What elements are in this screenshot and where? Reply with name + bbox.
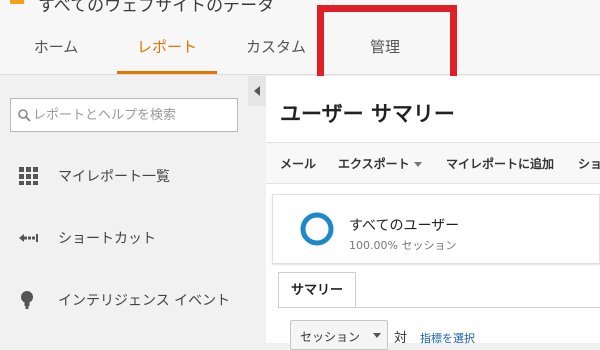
- add-to-my-reports-button[interactable]: マイレポートに追加: [446, 155, 554, 172]
- add-to-my-reports-label: マイレポートに追加: [446, 157, 555, 171]
- segment-session-share: 100.00% セッション: [349, 239, 457, 252]
- email-button-label: メール: [280, 157, 317, 171]
- page-title: ユーザー サマリー: [280, 102, 455, 126]
- export-button-label: エクスポート: [338, 157, 410, 171]
- segment-card[interactable]: すべてのユーザー 100.00% セッション: [272, 194, 600, 264]
- export-button[interactable]: エクスポート: [338, 155, 422, 172]
- admin-tab-highlight-box: [317, 5, 457, 87]
- sidebar-item-shortcuts[interactable]: ショートカット: [0, 216, 248, 260]
- tab-home-label: ホーム: [33, 38, 79, 56]
- app-title-bar: すべてのウェブサイトのデータ: [0, 0, 600, 18]
- segment-ring-icon: [300, 212, 334, 246]
- search-icon: [18, 109, 31, 122]
- tab-reports[interactable]: レポート: [117, 18, 217, 74]
- tab-custom[interactable]: カスタム: [230, 18, 322, 74]
- tab-divider: [278, 307, 600, 308]
- shortcut-button-label: ショ: [578, 157, 600, 171]
- chevron-left-icon: [254, 86, 260, 96]
- sidebar-item-shortcuts-label: ショートカット: [58, 231, 156, 247]
- shortcut-arrow-icon: [19, 234, 38, 242]
- segment-name: すべてのユーザー: [349, 218, 460, 234]
- shortcut-button[interactable]: ショ: [578, 155, 600, 172]
- property-title: すべてのウェブサイトのデータ: [38, 0, 275, 16]
- tab-reports-label: レポート: [136, 38, 197, 56]
- tab-home[interactable]: ホーム: [8, 18, 104, 74]
- tab-custom-label: カスタム: [245, 38, 306, 56]
- select-metric-link[interactable]: 指標を選択: [420, 330, 475, 346]
- chevron-down-icon: [413, 162, 422, 167]
- lightbulb-icon: [21, 291, 33, 309]
- grid-icon: [19, 167, 38, 185]
- report-search-input[interactable]: [33, 99, 233, 131]
- email-button[interactable]: メール: [280, 155, 316, 172]
- metric-dropdown-value: セッション: [300, 330, 361, 344]
- chevron-down-icon: [373, 333, 381, 338]
- sidebar-item-intelligence-events[interactable]: インテリジェンス イベント: [0, 278, 248, 322]
- report-sidebar: マイレポート一覧 ショートカット インテリジェンス イベント: [0, 76, 248, 343]
- active-tab-indicator: [117, 71, 217, 74]
- sidebar-collapse-button[interactable]: [248, 76, 266, 106]
- versus-label: 対: [394, 331, 408, 346]
- report-action-bar: メール エクスポート マイレポートに追加 ショ: [266, 142, 600, 184]
- report-main-panel: ユーザー サマリー メール エクスポート マイレポートに追加 ショ すべてのユー…: [266, 76, 600, 350]
- analytics-logo: [10, 0, 24, 4]
- sidebar-item-my-reports[interactable]: マイレポート一覧: [0, 154, 248, 198]
- report-search-box[interactable]: [10, 98, 238, 132]
- tab-summary[interactable]: サマリー: [278, 272, 356, 308]
- metric-dropdown[interactable]: セッション: [290, 320, 388, 350]
- tab-summary-label: サマリー: [290, 283, 343, 298]
- sidebar-item-intelligence-events-label: インテリジェンス イベント: [58, 293, 231, 309]
- sidebar-item-my-reports-label: マイレポート一覧: [58, 169, 170, 185]
- top-navigation: ホーム レポート カスタム 管理: [0, 18, 600, 75]
